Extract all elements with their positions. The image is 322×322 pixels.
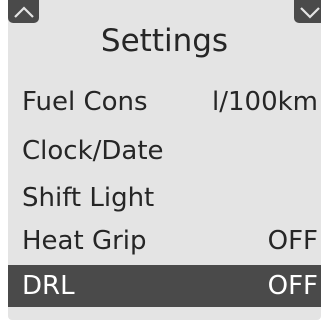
chevron-up-icon	[13, 5, 34, 18]
menu-item-label: DRL	[22, 271, 75, 301]
menu-item-shift-light[interactable]: Shift Light	[8, 177, 321, 219]
menu-item-label: Shift Light	[22, 183, 155, 213]
page-title: Settings	[100, 23, 229, 59]
menu-item-value: OFF	[267, 271, 318, 301]
menu-item-heat-grip[interactable]: Heat Grip OFF	[8, 220, 321, 262]
menu-item-label: Heat Grip	[22, 226, 147, 256]
menu-item-drl[interactable]: DRL OFF	[8, 265, 321, 307]
settings-screen: Settings Fuel Cons l/100km Clock/Date Sh…	[8, 0, 321, 320]
menu-item-value: OFF	[267, 226, 318, 256]
menu-item-clock-date[interactable]: Clock/Date	[8, 130, 321, 172]
menu-item-value: l/100km	[212, 87, 318, 117]
menu-item-label: Clock/Date	[22, 136, 164, 166]
menu-item-label: Fuel Cons	[22, 87, 148, 117]
menu-item-fuel-cons[interactable]: Fuel Cons l/100km	[8, 81, 321, 123]
chevron-down-icon	[299, 6, 320, 19]
